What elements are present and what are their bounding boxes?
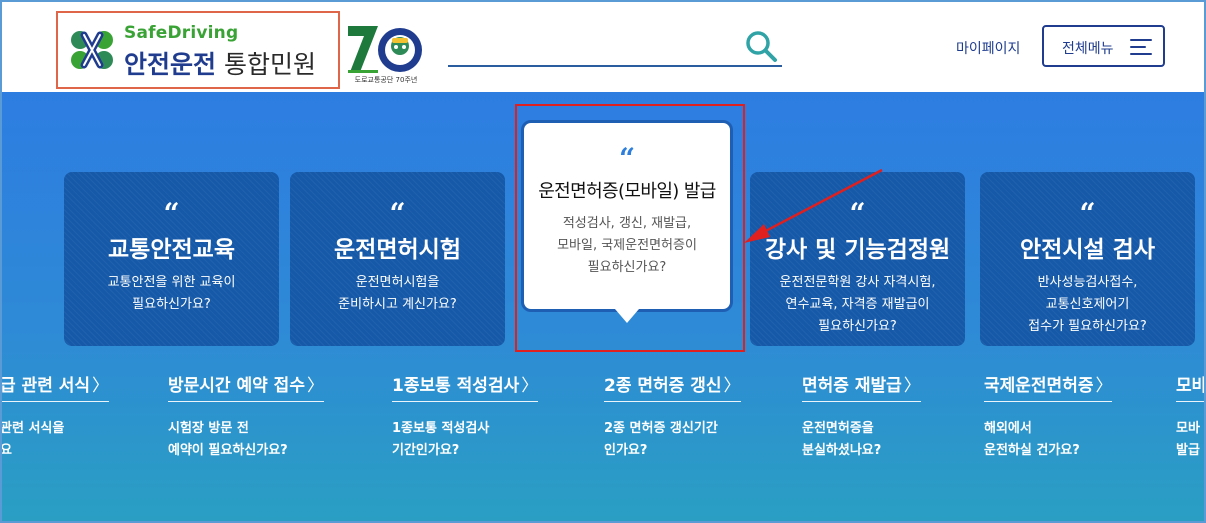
card-license-issuance[interactable]: “ 운전면허증(모바일) 발급 적성검사, 갱신, 재발급, 모바일, 국제운전… — [521, 120, 733, 312]
card-desc-line: 필요하신가요? — [132, 297, 211, 312]
link-visit-reservation[interactable]: 방문시간 예약 접수 〉 시험장 방문 전 예약이 필요하신가요? — [168, 371, 324, 462]
link-title-text: 방문시간 예약 접수 — [168, 376, 305, 396]
chevron-right-icon: 〉 — [723, 376, 741, 396]
service-section: “ 교통안전교육 교통안전을 위한 교육이 필요하신가요? “ 운전면허시험 운… — [2, 92, 1204, 521]
link-desc-line: 기간인가요? — [392, 443, 460, 458]
card-title: 교통안전교육 — [108, 237, 235, 263]
card-desc-line: 필요하신가요? — [587, 260, 667, 275]
quote-icon: “ — [618, 142, 636, 175]
link-title-text: 1종보통 적성검사 — [392, 376, 520, 396]
chevron-right-icon: 〉 — [306, 376, 324, 396]
card-safety-facility-inspection[interactable]: “ 안전시설 검사 반사성능검사접수, 교통신호제어기 접수가 필요하신가요? — [980, 172, 1195, 346]
hamburger-icon — [1130, 39, 1152, 55]
link-desc-line: 인가요? — [604, 443, 648, 458]
chevron-right-icon: 〉 — [903, 376, 921, 396]
link-title-text: 면허증 재발급 — [802, 376, 902, 396]
link-desc: 관련 서식을 요 — [2, 418, 109, 462]
link-desc-line: 운전하실 건가요? — [984, 443, 1080, 458]
site-header: SafeDriving 안전운전 통합민원 도로교통공단 70주년 마이페이지 전… — [2, 2, 1204, 92]
link-desc-line: 2종 면허증 갱신기간 — [604, 421, 718, 436]
link-desc-line: 시험장 방문 전 — [168, 421, 249, 436]
link-title[interactable]: 방문시간 예약 접수 〉 — [168, 371, 324, 402]
link-mobile-license[interactable]: 모바 모바 발급 — [1176, 371, 1204, 462]
quote-icon: “ — [163, 197, 180, 230]
card-desc-line: 교통신호제어기 — [1045, 297, 1130, 312]
logo-sub-text: 통합민원 — [224, 50, 317, 79]
card-desc: 교통안전을 위한 교육이 필요하신가요? — [64, 272, 279, 316]
card-desc-line: 운전면허시험을 — [355, 275, 440, 290]
link-desc: 해외에서 운전하실 건가요? — [984, 418, 1112, 462]
card-desc: 운전전문학원 강사 자격시험, 연수교육, 자격증 재발급이 필요하신가요? — [750, 272, 965, 338]
mypage-link[interactable]: 마이페이지 — [956, 38, 1020, 58]
anniversary-caption: 도로교통공단 70주년 — [354, 76, 418, 84]
link-title[interactable]: 면허증 재발급 〉 — [802, 371, 921, 402]
link-license-renewal[interactable]: 2종 면허증 갱신 〉 2종 면허증 갱신기간 인가요? — [604, 371, 741, 462]
all-menu-label: 전체메뉴 — [1062, 41, 1114, 57]
link-title[interactable]: 급 관련 서식 〉 — [2, 371, 110, 402]
card-desc-line: 접수가 필요하신가요? — [1028, 319, 1147, 334]
search-input[interactable] — [448, 65, 782, 67]
card-title: 운전면허증(모바일) 발급 — [538, 181, 716, 202]
site-logo[interactable]: SafeDriving 안전운전 통합민원 — [56, 11, 340, 89]
card-desc-line: 교통안전을 위한 교육이 — [107, 275, 236, 290]
link-forms[interactable]: 급 관련 서식 〉 관련 서식을 요 — [2, 371, 110, 462]
speech-bubble-tail — [615, 309, 639, 323]
link-title-text: 2종 면허증 갱신 — [604, 376, 722, 396]
link-desc-line: 예약이 필요하신가요? — [168, 443, 288, 458]
link-desc: 모바 발급 — [1176, 418, 1204, 462]
link-title[interactable]: 모바 — [1176, 371, 1204, 402]
red-arrow-annotation-icon — [744, 168, 883, 243]
link-title-text: 모바 — [1176, 376, 1204, 396]
link-international-license[interactable]: 국제운전면허증 〉 해외에서 운전하실 건가요? — [984, 371, 1113, 462]
card-desc: 적성검사, 갱신, 재발급, 모바일, 국제운전면허증이 필요하신가요? — [524, 213, 730, 279]
card-license-test[interactable]: “ 운전면허시험 운전면허시험을 준비하시고 계신가요? — [290, 172, 505, 346]
chevron-right-icon: 〉 — [521, 376, 539, 396]
link-desc: 2종 면허증 갱신기간 인가요? — [604, 418, 741, 462]
card-desc: 운전면허시험을 준비하시고 계신가요? — [290, 272, 505, 316]
link-license-reissue[interactable]: 면허증 재발급 〉 운전면허증을 분실하셨나요? — [802, 371, 921, 462]
card-desc-line: 필요하신가요? — [818, 319, 897, 334]
card-desc: 반사성능검사접수, 교통신호제어기 접수가 필요하신가요? — [980, 272, 1195, 338]
link-desc-line: 요 — [2, 443, 12, 458]
card-title: 안전시설 검사 — [1020, 237, 1155, 263]
link-title[interactable]: 2종 면허증 갱신 〉 — [604, 371, 741, 402]
card-traffic-safety-education[interactable]: “ 교통안전교육 교통안전을 위한 교육이 필요하신가요? — [64, 172, 279, 346]
all-menu-button[interactable]: 전체메뉴 — [1042, 25, 1165, 67]
link-title[interactable]: 1종보통 적성검사 〉 — [392, 371, 539, 402]
card-desc-line: 연수교육, 자격증 재발급이 — [785, 297, 930, 312]
link-desc: 시험장 방문 전 예약이 필요하신가요? — [168, 418, 324, 462]
link-aptitude-test[interactable]: 1종보통 적성검사 〉 1종보통 적성검사 기간인가요? — [392, 371, 539, 462]
link-desc-line: 발급 — [1176, 443, 1200, 458]
link-title-text: 국제운전면허증 — [984, 376, 1094, 396]
link-desc-line: 모바 — [1176, 421, 1200, 436]
card-desc-line: 적성검사, 갱신, 재발급, — [562, 216, 692, 231]
link-title[interactable]: 국제운전면허증 〉 — [984, 371, 1113, 402]
card-desc-line: 모바일, 국제운전면허증이 — [557, 238, 697, 253]
quote-icon: “ — [389, 197, 406, 230]
card-title: 운전면허시험 — [334, 237, 461, 263]
link-desc: 운전면허증을 분실하셨나요? — [802, 418, 921, 462]
chevron-right-icon: 〉 — [1095, 376, 1113, 396]
link-desc-line: 분실하셨나요? — [802, 443, 882, 458]
link-desc: 1종보통 적성검사 기간인가요? — [392, 418, 538, 462]
card-desc-line: 반사성능검사접수, — [1037, 275, 1138, 290]
logo-english: SafeDriving — [124, 23, 239, 43]
70th-anniversary-emblem: 도로교통공단 70주년 — [344, 20, 428, 88]
link-desc-line: 운전면허증을 — [802, 421, 874, 436]
link-title-text: 급 관련 서식 — [2, 376, 91, 396]
link-desc-line: 해외에서 — [984, 421, 1032, 436]
link-desc-line: 1종보통 적성검사 — [392, 421, 490, 436]
logo-korean: 안전운전 통합민원 — [124, 45, 316, 81]
anniversary-mascot-icon — [348, 26, 422, 73]
logo-main-text: 안전운전 — [124, 50, 217, 79]
chevron-right-icon: 〉 — [92, 376, 110, 396]
link-desc-line: 관련 서식을 — [2, 421, 65, 436]
search-icon[interactable] — [744, 29, 778, 63]
quote-icon: “ — [1079, 197, 1096, 230]
card-desc-line: 준비하시고 계신가요? — [338, 297, 457, 312]
clover-logo-icon — [71, 31, 113, 69]
card-desc-line: 운전전문학원 강사 자격시험, — [779, 275, 936, 290]
